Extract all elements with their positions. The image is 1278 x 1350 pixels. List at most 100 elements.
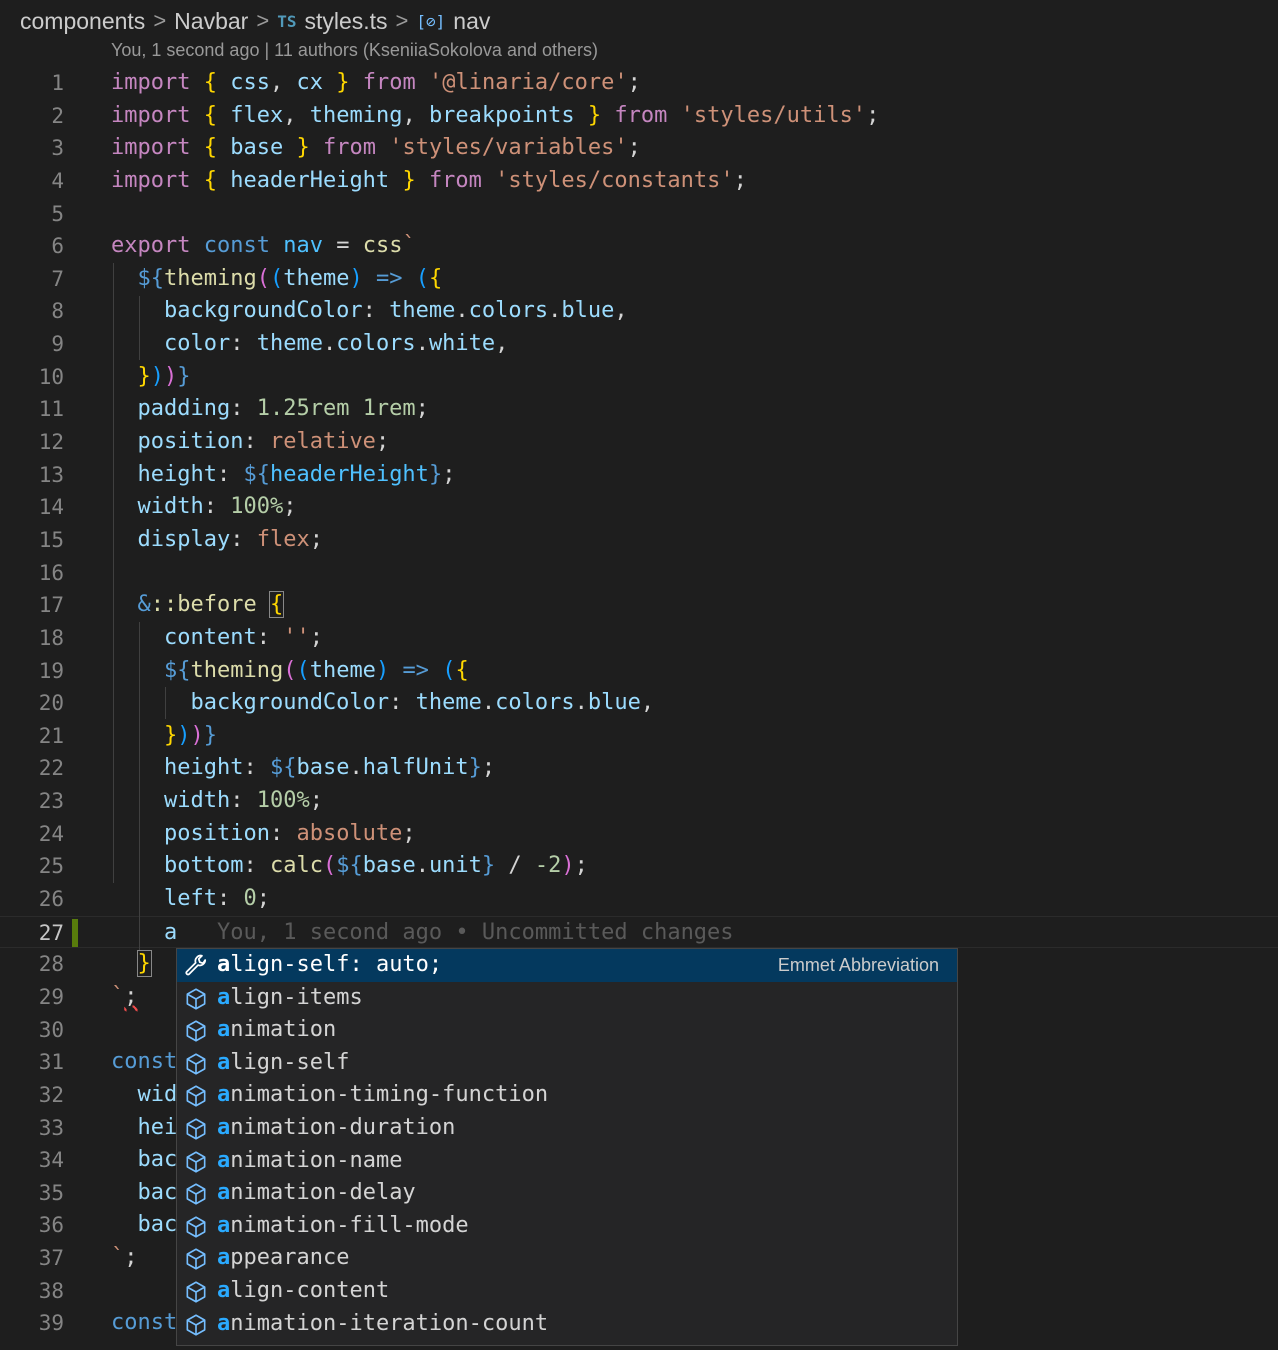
breadcrumb-item-components[interactable]: components	[20, 8, 145, 35]
line-number: 5	[51, 201, 64, 226]
property-cube-icon	[186, 1248, 206, 1270]
variable-symbol-icon: [⊘]	[416, 11, 446, 31]
property-cube-icon	[186, 988, 206, 1010]
code-line: 1 import { css, cx } from '@linaria/core'…	[0, 67, 1278, 100]
breadcrumb-item-navbar[interactable]: Navbar	[174, 8, 248, 35]
suggestion-detail: Emmet Abbreviation	[777, 955, 939, 975]
line-number: 15	[38, 527, 64, 552]
code-line: 21 }))}	[0, 720, 1278, 753]
code-text: ${theming((theme) => ({	[163, 657, 469, 683]
line-number: 1	[51, 71, 64, 95]
code-text: }	[136, 950, 152, 978]
code-text: export const nav = css`	[111, 233, 416, 259]
code-line: 26 left: 0;	[0, 883, 1278, 916]
code-line: 14 width: 100%;	[0, 491, 1278, 524]
line-number: 28	[38, 952, 64, 977]
suggestion-item[interactable]: align-items	[177, 982, 957, 1015]
code-text: height: ${headerHeight};	[137, 461, 456, 487]
line-number: 14	[38, 495, 64, 520]
line-number: 17	[38, 593, 64, 618]
breadcrumb-separator: >	[153, 8, 167, 33]
code-text: import { css, cx } from '@linaria/core';	[111, 70, 641, 95]
modified-line-indicator	[72, 918, 78, 947]
property-cube-icon	[186, 1118, 206, 1140]
breadcrumb: components > Navbar > TS styles.ts > [⊘]…	[20, 4, 490, 38]
property-cube-icon	[186, 1085, 206, 1107]
code-line: 15 display: flex;	[0, 524, 1278, 557]
suggestion-item[interactable]: animation-name	[177, 1145, 957, 1178]
property-cube-icon	[186, 1020, 206, 1042]
code-text: content: '';	[163, 624, 323, 650]
code-text: bottom: calc(${base.unit} / -2);	[163, 853, 588, 879]
suggestion-item[interactable]: animation-duration	[177, 1112, 957, 1145]
suggestion-item[interactable]: animation-iteration-count	[177, 1308, 957, 1341]
code-line: 8 backgroundColor: theme.colors.blue,	[0, 295, 1278, 328]
breadcrumb-separator: >	[395, 8, 409, 33]
code-text: import { headerHeight } from 'styles/con…	[111, 167, 747, 193]
line-number: 25	[38, 854, 64, 879]
code-line: 20 backgroundColor: theme.colors.blue,	[0, 687, 1278, 720]
line-number: 30	[38, 1017, 64, 1042]
line-number: 8	[51, 299, 64, 324]
code-text: backgroundColor: theme.colors.blue,	[190, 690, 655, 716]
code-line: 23 width: 100%;	[0, 785, 1278, 818]
code-text: color: theme.colors.white,	[163, 331, 509, 357]
line-number: 35	[38, 1180, 64, 1205]
code-text: bac	[137, 1147, 178, 1173]
code-line: 3 import { base } from 'styles/variables'…	[0, 132, 1278, 165]
code-text: backgroundColor: theme.colors.blue,	[163, 298, 628, 324]
line-number: 12	[38, 430, 64, 455]
suggestion-item[interactable]: appearance	[177, 1242, 957, 1275]
code-text: ${theming((theme) => ({	[137, 265, 443, 291]
suggestion-item[interactable]: animation-fill-mode	[177, 1210, 957, 1243]
line-number: 6	[51, 234, 64, 259]
code-line: 17 &::before {	[0, 589, 1278, 622]
property-cube-icon	[186, 1216, 206, 1238]
git-blame-codelens[interactable]: You, 1 second ago | 11 authors (KseniiaS…	[111, 40, 598, 61]
code-text: width: 100%;	[163, 788, 323, 814]
code-text: `;	[111, 1245, 138, 1271]
suggest-widget[interactable]: align-self: auto; Emmet Abbreviation ali…	[176, 948, 958, 1346]
code-line: 5	[0, 198, 1278, 231]
line-number: 16	[38, 560, 64, 585]
line-number: 27	[38, 920, 64, 945]
code-line: 19 ${theming((theme) => ({	[0, 655, 1278, 688]
code-line: 9 color: theme.colors.white,	[0, 328, 1278, 361]
code-line: 18 content: '';	[0, 622, 1278, 655]
inline-blame: You, 1 second ago • Uncommitted changes	[216, 919, 734, 945]
suggestion-item[interactable]: align-self	[177, 1047, 957, 1080]
line-number: 38	[38, 1278, 64, 1303]
suggestion-item[interactable]: animation	[177, 1014, 957, 1047]
suggestion-item[interactable]: animation-delay	[177, 1177, 957, 1210]
property-cube-icon	[186, 1183, 206, 1205]
line-number: 37	[38, 1246, 64, 1271]
line-number: 22	[38, 756, 64, 781]
suggestion-item[interactable]: align-content	[177, 1275, 957, 1308]
code-text: hei	[137, 1114, 178, 1140]
suggestion-item[interactable]: animation-timing-function	[177, 1079, 957, 1112]
line-number: 20	[38, 691, 64, 716]
code-line: 6 export const nav = css`	[0, 230, 1278, 263]
code-text: wid	[137, 1081, 178, 1107]
property-cube-icon	[186, 1313, 206, 1336]
line-number: 7	[51, 266, 64, 291]
code-text: import { flex, theming, breakpoints } fr…	[111, 102, 880, 128]
property-cube-icon	[186, 1053, 206, 1075]
line-number: 31	[38, 1050, 64, 1075]
code-line: 10 }))}	[0, 361, 1278, 394]
breadcrumb-item-file[interactable]: styles.ts	[304, 8, 387, 35]
indent-guide	[139, 622, 140, 950]
line-number: 32	[38, 1082, 64, 1107]
indent-guide	[113, 263, 114, 883]
code-text: padding: 1.25rem 1rem;	[137, 396, 429, 422]
code-text: left: 0;	[163, 886, 270, 912]
line-number: 26	[38, 887, 64, 912]
line-number: 2	[51, 103, 64, 128]
code-line: 25 bottom: calc(${base.unit} / -2);	[0, 850, 1278, 883]
line-number: 18	[38, 625, 64, 650]
breadcrumb-item-symbol[interactable]: nav	[453, 8, 490, 35]
code-text: }))}	[137, 363, 191, 389]
suggestion-item-emmet[interactable]: align-self: auto; Emmet Abbreviation	[177, 949, 957, 982]
line-number: 9	[51, 332, 64, 357]
code-text: bac	[137, 1179, 178, 1205]
